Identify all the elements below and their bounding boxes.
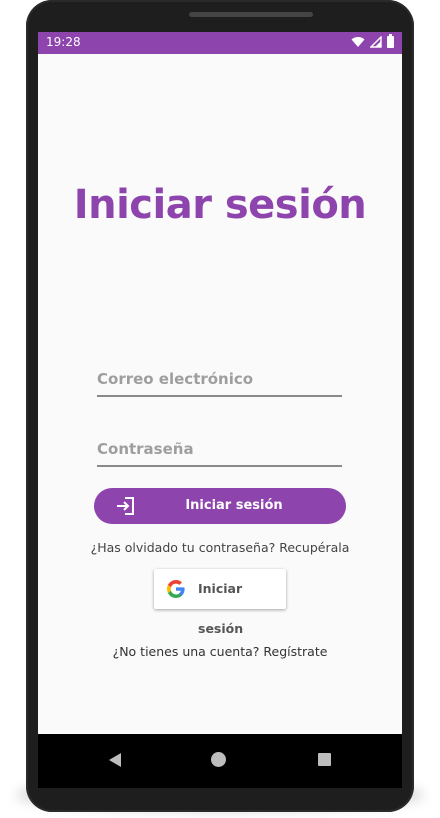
status-time: 19:28 [46, 35, 81, 49]
google-icon [167, 580, 185, 598]
status-icons [351, 34, 394, 48]
login-screen: Iniciar sesión Iniciar sesión ¿Has olvid… [38, 54, 402, 734]
device-speaker [189, 12, 313, 17]
signal-icon [370, 36, 382, 48]
signup-link[interactable]: ¿No tienes una cuenta? Regístrate [38, 644, 402, 659]
google-sign-in-button[interactable]: Iniciar sesión [154, 569, 286, 636]
screen: 19:28 Iniciar sesión Correo electrónico … [38, 32, 402, 788]
page-title: Iniciar sesión [73, 182, 367, 228]
battery-icon [387, 34, 394, 48]
login-button[interactable]: Iniciar sesión [94, 488, 346, 524]
home-icon[interactable] [211, 752, 226, 767]
recents-icon[interactable] [318, 753, 331, 766]
password-field[interactable] [97, 433, 342, 467]
email-field[interactable] [97, 363, 342, 397]
back-icon[interactable] [108, 752, 122, 768]
login-button-label: Iniciar sesión [185, 498, 283, 513]
device-frame: 19:28 Iniciar sesión Correo electrónico … [26, 0, 414, 812]
status-bar: 19:28 [38, 32, 402, 54]
forgot-password-link[interactable]: ¿Has olvidado tu contraseña? Recupérala [38, 540, 402, 555]
navigation-bar [38, 734, 402, 788]
wifi-icon [351, 37, 365, 47]
google-sign-in-label: Iniciar sesión [198, 581, 244, 636]
